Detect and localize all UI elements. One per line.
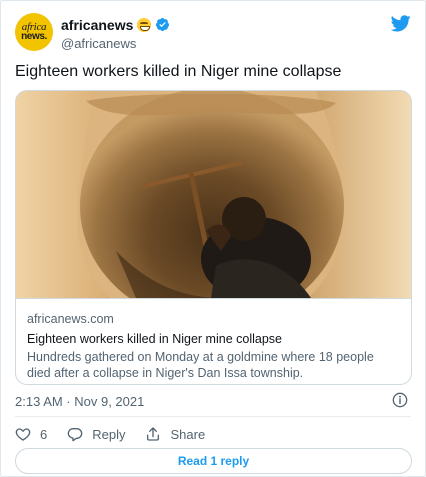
author-handle[interactable]: @africanews — [61, 36, 170, 51]
info-icon[interactable] — [392, 392, 408, 408]
display-name-row: africanews — [61, 16, 170, 33]
like-count: 6 — [40, 426, 48, 442]
tweet-text: Eighteen workers killed in Niger mine co… — [15, 63, 342, 80]
card-domain: africanews.com — [27, 312, 114, 326]
verified-badge-icon — [156, 17, 170, 32]
read-replies-button[interactable]: Read 1 reply — [15, 448, 412, 474]
avatar-logo-line2: news. — [21, 31, 47, 42]
action-bar: 6 Reply Share — [15, 425, 225, 443]
tweet-timestamp[interactable]: 2:13 AM · Nov 9, 2021 — [15, 394, 144, 409]
reply-bubble-icon — [67, 428, 83, 442]
divider — [15, 416, 411, 417]
share-button[interactable]: Share — [145, 426, 205, 442]
author-names: africanews @africanews — [61, 16, 170, 51]
tweet-embed: africa news. africanews @africanews Eigh… — [0, 0, 426, 477]
like-button[interactable]: 6 — [15, 426, 47, 442]
share-icon — [147, 427, 160, 441]
card-title: Eighteen workers killed in Niger mine co… — [27, 332, 282, 346]
reply-button[interactable]: Reply — [67, 426, 125, 442]
reply-label: Reply — [92, 426, 126, 442]
display-name[interactable]: africanews — [61, 17, 133, 33]
avatar[interactable]: africa news. — [15, 13, 53, 51]
tweet-header: africa news. africanews @africanews — [15, 13, 411, 53]
twitter-bird-icon[interactable] — [391, 15, 411, 32]
share-label: Share — [170, 426, 206, 442]
card-description: Hundreds gathered on Monday at a goldmin… — [27, 350, 374, 380]
heart-icon — [15, 428, 31, 441]
smiling-face-icon — [137, 17, 152, 32]
card-body[interactable]: africanews.com Eighteen workers killed i… — [16, 298, 411, 384]
link-card[interactable]: africanews.com Eighteen workers killed i… — [15, 90, 412, 385]
card-image[interactable] — [16, 91, 412, 298]
